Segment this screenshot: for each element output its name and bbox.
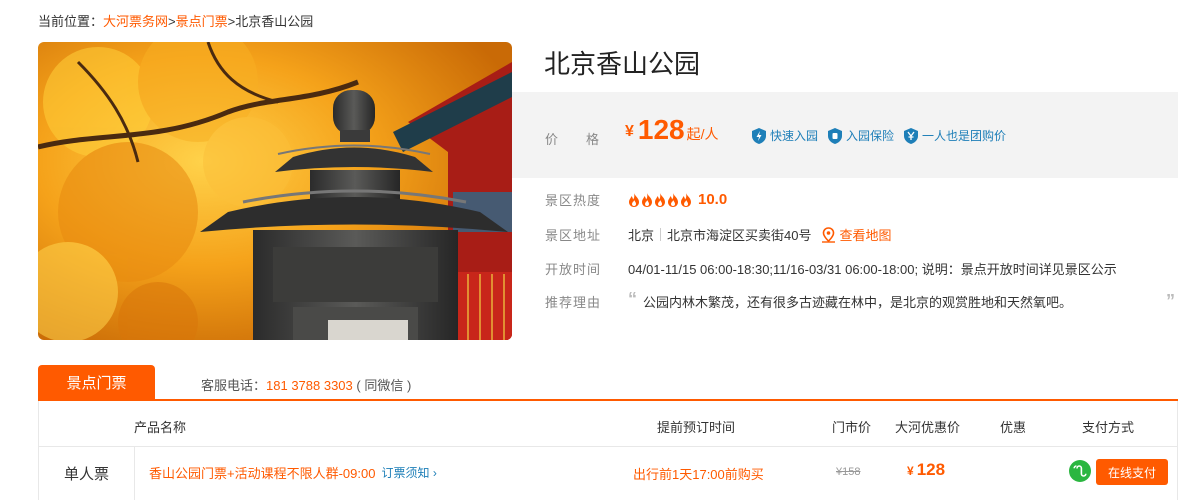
badge-group-price: 一人也是团购价 [904, 127, 1006, 144]
customer-service: 客服电话：181 3788 3303 ( 同微信 ) [201, 375, 411, 394]
breadcrumb-separator: > [168, 14, 176, 29]
tab-attraction-tickets[interactable]: 景点门票 [38, 365, 155, 400]
shield-icon [828, 127, 843, 144]
header-payment: 支付方式 [1082, 420, 1135, 435]
close-quote-icon: ” [1166, 291, 1175, 311]
divider [660, 228, 662, 241]
ticket-type: 单人票 [39, 447, 135, 500]
heat-row: 景区热度 10.0 [545, 190, 727, 209]
flame-icon [655, 192, 665, 207]
booking-time: 出行前1天17:00前购买 [633, 467, 764, 482]
price-unit: 起/人 [686, 126, 719, 142]
product-name-link[interactable]: 香山公园门票+活动课程不限人群-09:00 [149, 463, 375, 482]
wechat-mini-program-icon[interactable] [1069, 460, 1091, 482]
heat-score: 10.0 [698, 191, 728, 208]
flame-icon [668, 192, 678, 207]
header-list-price: 门市价 [832, 420, 872, 435]
badge-fast-entry: 快速入园 [752, 127, 818, 144]
breadcrumb: 当前位置：大河票务网>景点门票>北京香山公园 [38, 11, 313, 30]
flame-icon [642, 192, 652, 207]
open-quote-icon: “ [628, 288, 637, 309]
price-panel: 价格 ¥128 起/人 快速入园 入园保险 一人也是团购价 [512, 92, 1178, 178]
service-badges: 快速入园 入园保险 一人也是团购价 [752, 127, 1006, 144]
breadcrumb-tickets-link[interactable]: 景点门票 [176, 14, 228, 29]
price-currency: ¥ [625, 123, 634, 140]
address-label: 景区地址 [545, 228, 602, 243]
shield-icon [752, 127, 766, 144]
shield-icon [904, 127, 919, 144]
flame-icon [629, 192, 639, 207]
reason-row: 推荐理由 “ 公园内林木繁茂，还有很多古迹藏在林中，是北京的观赏胜地和天然氧吧。 [545, 288, 1073, 311]
flame-icon [681, 192, 691, 207]
reason-text: 公园内林木繁茂，还有很多古迹藏在林中，是北京的观赏胜地和天然氧吧。 [643, 295, 1073, 310]
list-price: ¥158 [836, 466, 861, 478]
ticket-table: 产品名称 提前预订时间 门市价 大河优惠价 优惠 支付方式 单人票 香山公园门票… [38, 401, 1178, 500]
attraction-title: 北京香山公园 [544, 49, 701, 79]
header-booking-time: 提前预订时间 [657, 420, 736, 435]
view-map-link[interactable]: 查看地图 [821, 225, 892, 244]
deal-price: ¥128 [907, 460, 946, 479]
price-label: 价格 [545, 132, 628, 147]
breadcrumb-current: 北京香山公园 [235, 14, 314, 29]
hours-label: 开放时间 [545, 262, 602, 277]
hours-row: 开放时间 04/01-11/15 06:00-18:30;11/16-03/31… [545, 259, 1117, 278]
breadcrumb-home-link[interactable]: 大河票务网 [103, 14, 168, 29]
heat-label: 景区热度 [545, 193, 602, 208]
price-display: ¥128 起/人 [625, 114, 719, 146]
price-value: 128 [637, 114, 685, 145]
service-note: ( 同微信 ) [356, 378, 412, 393]
heat-value: 10.0 [628, 191, 727, 208]
service-label: 客服电话： [201, 378, 267, 393]
pay-online-button[interactable]: 在线支付 [1096, 459, 1168, 485]
attraction-photo [38, 42, 512, 340]
header-discount: 优惠 [1000, 420, 1027, 435]
address-city: 北京 [628, 228, 655, 243]
heat-flames [628, 192, 692, 207]
hours-text: 04/01-11/15 06:00-18:30;11/16-03/31 06:0… [628, 262, 1117, 277]
breadcrumb-prefix: 当前位置： [38, 14, 104, 29]
header-deal-price: 大河优惠价 [895, 420, 961, 435]
header-product: 产品名称 [134, 420, 187, 435]
badge-insurance: 入园保险 [828, 127, 894, 144]
reason-label: 推荐理由 [545, 295, 602, 310]
booking-notice-link[interactable]: 订票须知 › [381, 464, 436, 481]
table-row: 单人票 香山公园门票+活动课程不限人群-09:00 订票须知 › 出行前1天17… [39, 447, 1177, 500]
service-phone: 181 3788 3303 [266, 378, 353, 393]
table-header: 产品名称 提前预订时间 门市价 大河优惠价 优惠 支付方式 [39, 401, 1177, 447]
address-row: 景区地址 北京 北京市海淀区买卖街40号 查看地图 [545, 225, 892, 244]
chevron-right-icon: › [432, 466, 437, 480]
map-pin-icon [822, 226, 836, 243]
address-text: 北京市海淀区买卖街40号 [667, 228, 812, 243]
